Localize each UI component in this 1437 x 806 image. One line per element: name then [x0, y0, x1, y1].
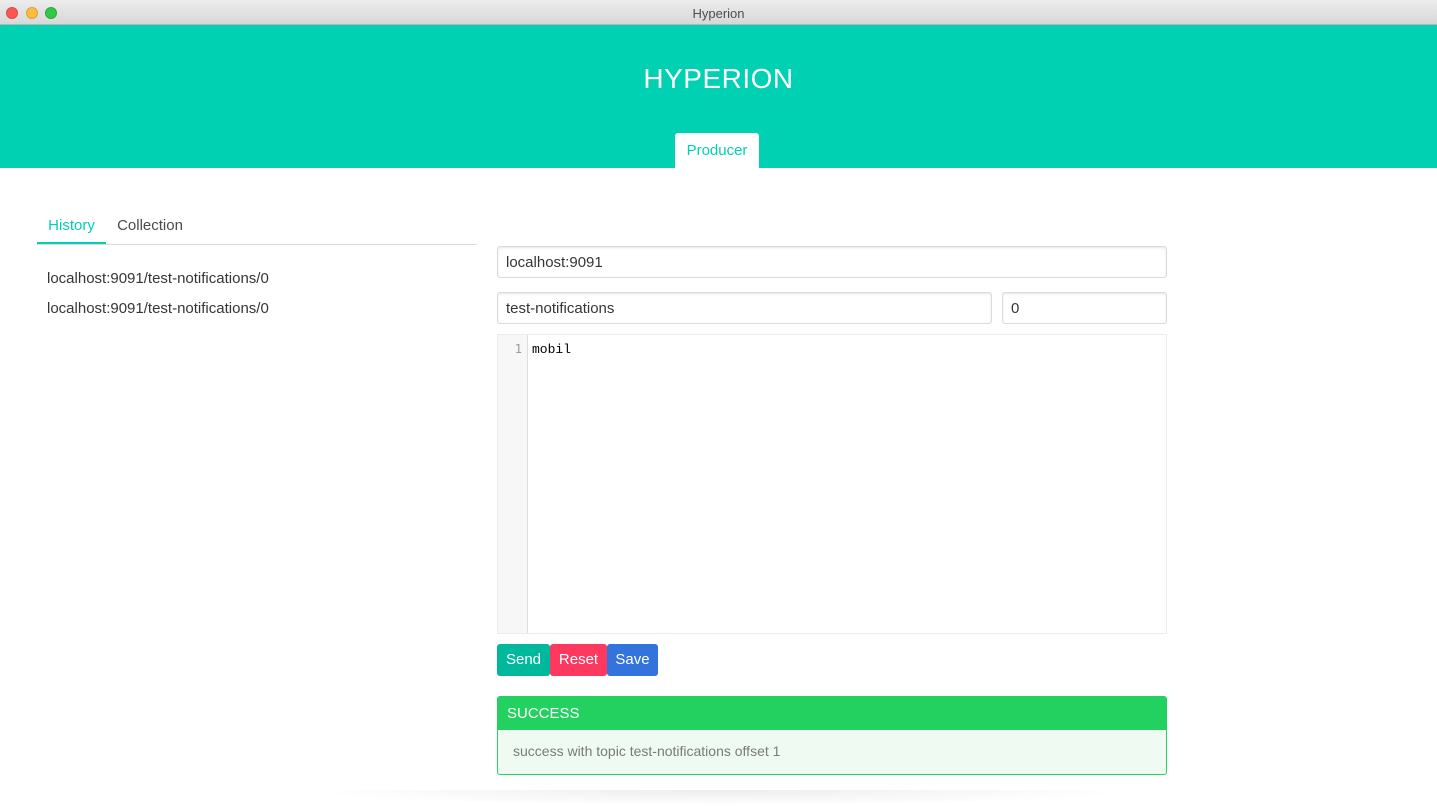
message-editor[interactable]: 1 mobil: [497, 334, 1167, 634]
tab-history[interactable]: History: [37, 207, 106, 244]
result-status: SUCCESS: [498, 697, 1166, 730]
send-button[interactable]: Send: [497, 644, 550, 676]
result-message: SUCCESS success with topic test-notifica…: [497, 696, 1167, 775]
app-header: HYPERION Producer: [0, 25, 1437, 168]
reset-button[interactable]: Reset: [550, 644, 607, 676]
window-titlebar: Hyperion: [0, 0, 1437, 25]
tab-producer[interactable]: Producer: [675, 133, 759, 168]
history-item[interactable]: localhost:9091/test-notifications/0: [47, 300, 269, 317]
app-brand: HYPERION: [643, 63, 794, 94]
editor-gutter: 1: [498, 335, 528, 633]
host-input[interactable]: [497, 246, 1167, 278]
partition-input[interactable]: [1002, 292, 1167, 324]
tab-collection[interactable]: Collection: [106, 207, 194, 244]
save-button[interactable]: Save: [607, 644, 658, 676]
editor-content[interactable]: mobil: [532, 342, 571, 357]
line-number: 1: [514, 342, 522, 356]
history-item[interactable]: localhost:9091/test-notifications/0: [47, 270, 269, 287]
window-title: Hyperion: [692, 6, 745, 21]
result-text: success with topic test-notifications of…: [513, 743, 781, 759]
bottom-shadow: [300, 790, 1140, 806]
topic-input[interactable]: [497, 292, 992, 324]
sidebar-tabs: History Collection: [37, 207, 477, 245]
